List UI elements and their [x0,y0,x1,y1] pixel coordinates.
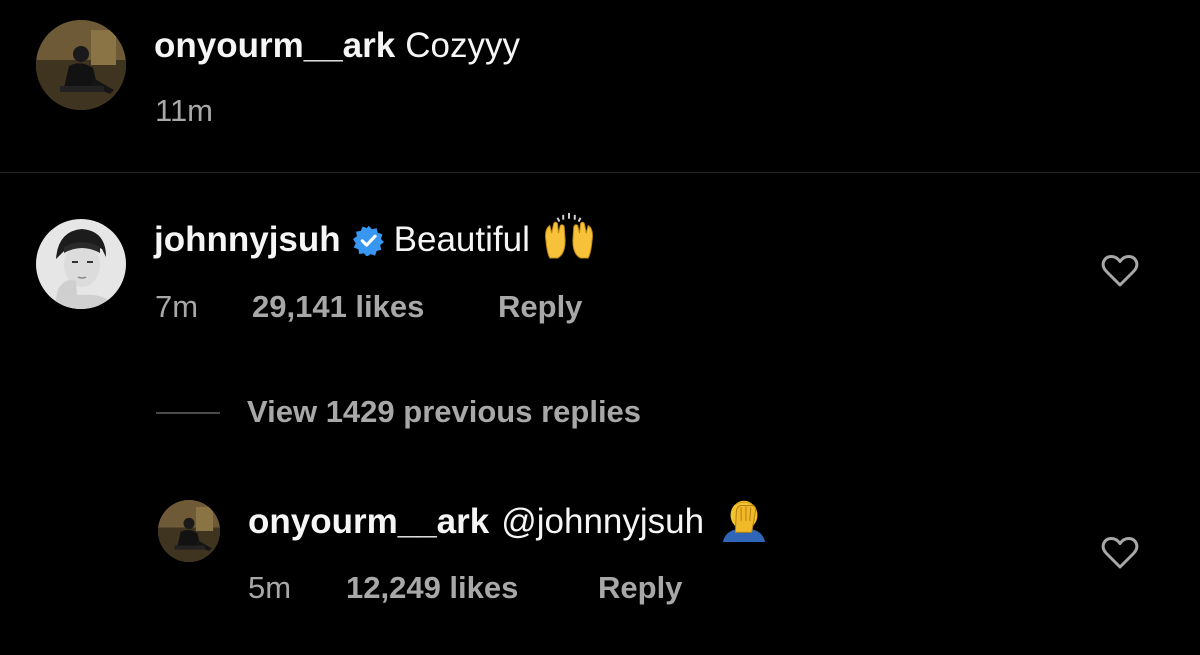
reply-line: onyourm__ark @johnnyjsuh [248,499,768,545]
reply-mention[interactable]: @johnnyjsuh [501,502,704,542]
heart-icon[interactable] [1101,536,1139,570]
comment-timestamp: 11m [155,93,214,128]
view-previous-replies-button[interactable]: View 1429 previous replies [247,394,641,430]
comment-username[interactable]: johnnyjsuh [154,220,341,260]
avatar[interactable] [158,500,220,562]
reply-button[interactable]: Reply [598,570,682,606]
comment-timestamp: 7m [155,289,199,324]
comment-line: onyourm__ark Cozyyy [154,24,520,68]
reply-username[interactable]: onyourm__ark [248,502,489,542]
comment-username[interactable]: onyourm__ark [154,26,395,66]
divider [0,172,1200,173]
face-palm-icon [720,494,768,551]
comment-line: johnnyjsuh Beautiful [154,212,596,262]
likes-count[interactable]: 29,141 likes [252,289,424,325]
avatar[interactable] [36,219,126,309]
reply-timestamp: 5m [248,570,292,605]
raising-hands-icon [542,212,596,269]
verified-badge-icon [352,225,384,257]
comment-text: Cozyyy [405,26,520,65]
likes-count[interactable]: 12,249 likes [346,570,518,606]
replies-divider-line [156,412,220,414]
avatar[interactable] [36,20,126,110]
reply-button[interactable]: Reply [498,289,582,325]
comment-text: Beautiful [393,220,530,259]
heart-icon[interactable] [1101,254,1139,288]
